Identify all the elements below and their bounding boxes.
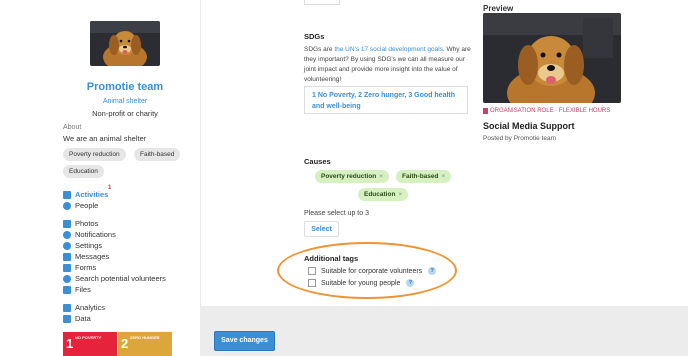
org-tag: Poverty reduction (63, 148, 126, 161)
envelope-icon (63, 252, 71, 261)
bell-icon (63, 230, 71, 239)
sidebar-item-label: Search potential volunteers (75, 274, 166, 283)
person-icon (63, 201, 71, 210)
sidebar-item-photos[interactable]: Photos (63, 219, 98, 228)
sidebar-item-label: Analytics (75, 303, 106, 312)
save-changes-button[interactable]: Save changes (214, 331, 275, 351)
sidebar-item-label: Notifications (75, 230, 116, 239)
sidebar-item-label: Settings (75, 241, 103, 250)
sidebar-item-notifications[interactable]: Notifications (63, 230, 116, 239)
sdgs-desc-text: SDGs are (304, 46, 335, 53)
previous-field-box[interactable] (304, 0, 340, 5)
sdgs-selected-box[interactable]: 1 No Poverty, 2 Zero hunger, 3 Good heal… (304, 86, 468, 114)
preview-posted-by: Posted by Promotie team (483, 135, 556, 142)
preview-image (483, 13, 621, 103)
sidebar-item-messages[interactable]: Messages (63, 252, 109, 261)
about-text: We are an animal shelter (63, 134, 147, 143)
sdgs-description: SDGs are the UN's 17 social development … (304, 45, 472, 85)
causes-heading: Causes (304, 157, 331, 166)
file-icon (63, 285, 71, 294)
sidebar-item-label: Messages (75, 252, 110, 261)
sidebar-item-search-volunteers[interactable]: Search potential volunteers (63, 274, 166, 283)
form-icon (63, 263, 71, 272)
gear-icon (63, 241, 71, 250)
about-heading: About (63, 124, 82, 131)
sdg-label: NO POVERTY (75, 335, 102, 340)
sidebar-item-label: Files (75, 285, 91, 294)
sidebar-item-settings[interactable]: Settings (63, 241, 102, 250)
sidebar-item-analytics[interactable]: Analytics (63, 303, 105, 312)
remove-icon[interactable]: × (398, 191, 402, 198)
causes-hint: Please select up to 3 (304, 210, 369, 217)
sidebar-item-forms[interactable]: Forms (63, 263, 96, 272)
sidebar-item-activities[interactable]: Activities (63, 190, 108, 199)
calendar-icon (63, 190, 71, 199)
photo-icon (63, 219, 71, 228)
activities-count-badge: 1 (108, 185, 112, 191)
sdg-number: 1 (66, 336, 74, 351)
cause-pill: Poverty reduction × (315, 170, 390, 183)
cause-pill: Faith-based × (396, 170, 452, 183)
org-tag: Education (63, 165, 104, 178)
sidebar-item-label: People (75, 201, 99, 210)
select-causes-button[interactable]: Select (304, 221, 339, 237)
cause-label: Poverty reduction (321, 173, 377, 180)
sidebar-item-people[interactable]: People (63, 201, 98, 210)
cause-pill: Education × (358, 188, 409, 201)
organisation-photo (90, 21, 160, 66)
remove-icon[interactable]: × (441, 173, 445, 180)
preview-role: ORGANISATION ROLE · FLEXIBLE HOURS (483, 108, 610, 114)
sidebar-item-label: Data (75, 314, 91, 323)
org-tag: Faith-based (134, 148, 181, 161)
sdgs-heading: SDGs (304, 32, 325, 41)
database-icon (63, 314, 71, 323)
search-icon (63, 274, 71, 283)
sdg-label: ZERO HUNGER (130, 335, 160, 340)
sdg-number: 2 (121, 336, 129, 351)
sidebar-item-label: Activities (75, 190, 109, 199)
sidebar-item-label: Forms (75, 263, 97, 272)
remove-icon[interactable]: × (379, 173, 383, 180)
sidebar-item-data[interactable]: Data (63, 314, 91, 323)
cause-label: Faith-based (402, 173, 439, 180)
sidebar: Promotie team Animal shelter Non-profit … (0, 0, 200, 356)
sdg-tile-zero-hunger: 2 ZERO HUNGER (118, 332, 172, 356)
sdg-tile-no-poverty: 1 NO POVERTY (63, 332, 117, 356)
preview-heading: Preview (483, 4, 514, 13)
sidebar-item-files[interactable]: Files (63, 285, 91, 294)
sidebar-item-label: Photos (75, 219, 99, 228)
chart-icon (63, 303, 71, 312)
preview-title: Social Media Support (483, 121, 575, 131)
highlight-oval (277, 242, 457, 299)
cause-label: Education (364, 191, 396, 198)
sdgs-link[interactable]: the UN's 17 social development goals (334, 46, 443, 53)
building-icon (483, 108, 488, 114)
role-text: ORGANISATION ROLE · FLEXIBLE HOURS (490, 108, 611, 114)
